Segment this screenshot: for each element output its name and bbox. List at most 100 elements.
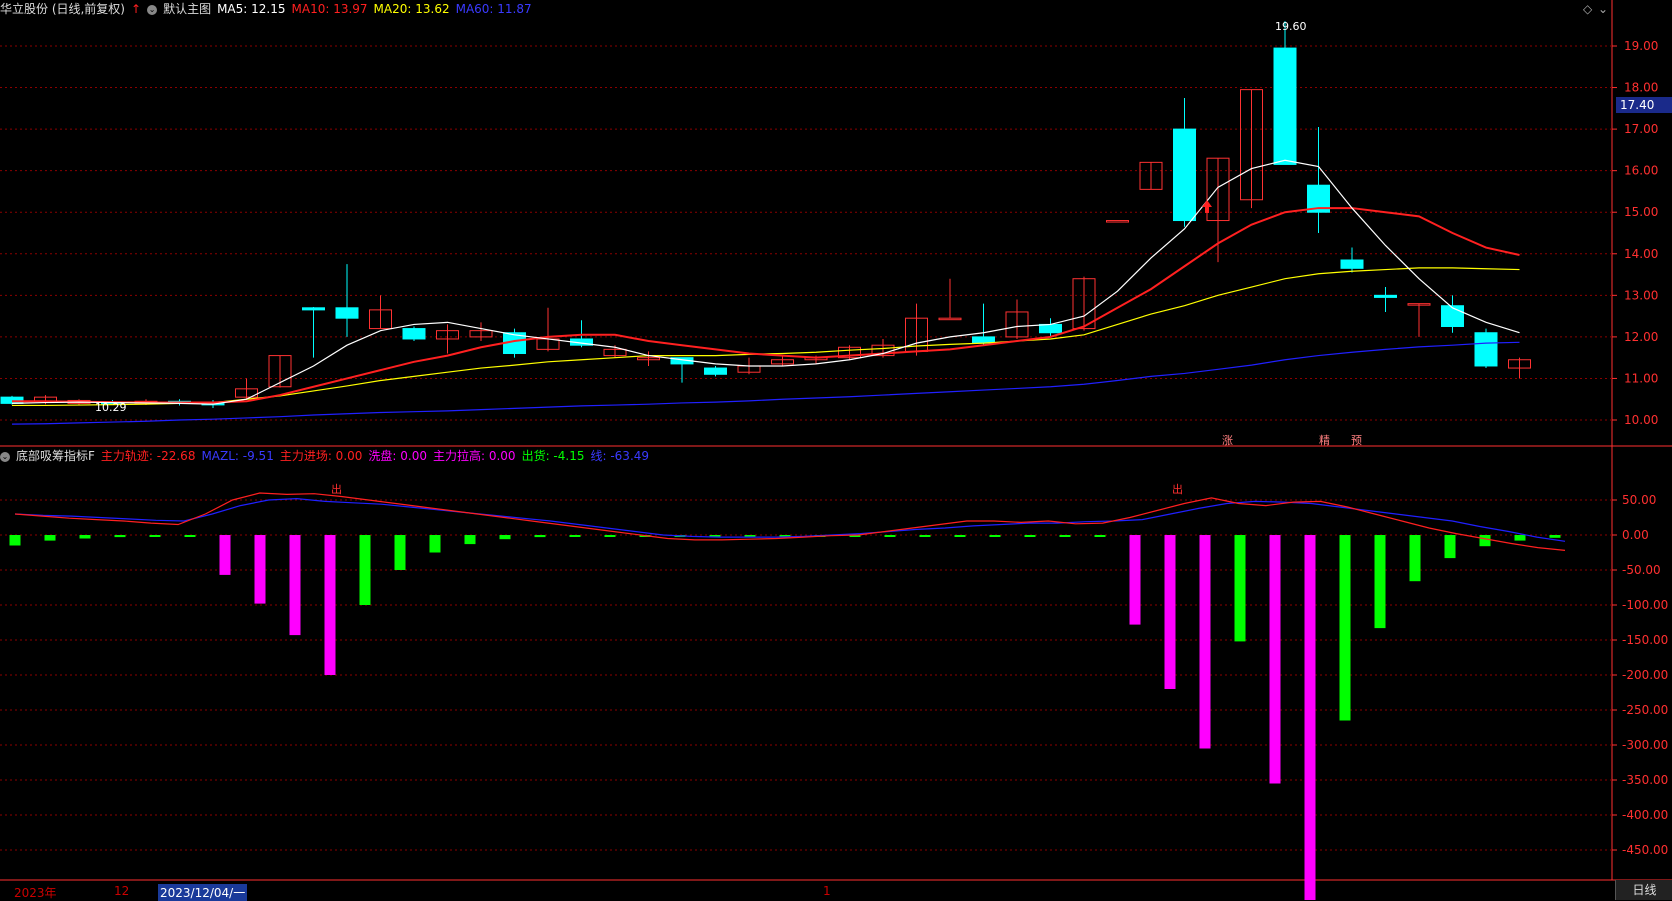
period-button[interactable]: 日线 [1615, 880, 1672, 900]
ma5-label: MA5: 12.15 [217, 2, 286, 16]
chart-name[interactable]: 默认主图 [163, 2, 211, 16]
price-tick-label: 16.00 [1624, 164, 1658, 178]
indicator-tick-label: -450.00 [1622, 843, 1668, 857]
candle-body [1173, 128, 1196, 222]
indicator-bar [1304, 535, 1316, 900]
indicator-bar [1024, 535, 1036, 537]
indicator-tick-label: -150.00 [1622, 633, 1668, 647]
up-arrow-icon: ↑ [131, 2, 142, 16]
collapse-icon[interactable]: ⌄ [1598, 2, 1608, 16]
red-arrow-icon [1202, 200, 1212, 213]
indicator-tick-label: -350.00 [1622, 773, 1668, 787]
x-label-month2: 1 [823, 884, 831, 898]
indicator-bar [79, 535, 91, 539]
mazl-label: MAZL: -9.51 [201, 449, 274, 463]
indicator-bar [464, 535, 476, 545]
main-chart-header: 华立股份 (日线,前复权) ↑ ⌄ 默认主图 MA5: 12.15 MA10: 13.97… [0, 1, 538, 17]
candle-body [704, 367, 727, 375]
chevron-down-icon[interactable]: ⌄ [0, 451, 10, 462]
ma10-label: MA10: 13.97 [291, 2, 368, 16]
wash-label: 洗盘: 0.00 [368, 449, 427, 463]
indicator-name[interactable]: 底部吸筹指标F [16, 449, 95, 463]
indicator-bar [1339, 535, 1351, 721]
x-label-selected-date[interactable]: 2023/12/04/一 [158, 884, 248, 901]
diamond-icon[interactable]: ◇ [1583, 2, 1592, 16]
jing-annotation: 精 [1319, 434, 1330, 447]
yu-annotation: 预 [1351, 434, 1362, 447]
candle-body [1474, 332, 1498, 367]
price-tick-label: 12.00 [1624, 330, 1658, 344]
ma60-label: MA60: 11.87 [455, 2, 532, 16]
candle-body [1039, 323, 1062, 334]
x-label-month: 12 [114, 884, 130, 898]
indicator-bar [149, 535, 161, 537]
indicator-bar [1129, 535, 1141, 625]
indicator-header: ⌄ 底部吸筹指标F 主力轨迹: -22.68 MAZL: -9.51 主力进场: 0.0… [0, 448, 655, 464]
indicator-tick-label: 50.00 [1622, 493, 1656, 507]
ma10-line [12, 207, 1520, 404]
main-entry-label: 主力进场: 0.00 [279, 449, 363, 463]
current-price-marker: 17.40 [1616, 97, 1672, 113]
candle-body [1273, 47, 1297, 165]
price-tick-label: 17.00 [1624, 122, 1658, 136]
ma20-label: MA20: 13.62 [373, 2, 450, 16]
ship-label: 出货: -4.15 [521, 449, 585, 463]
price-tick-label: 13.00 [1624, 288, 1658, 302]
indicator-bar [1234, 535, 1246, 642]
indicator-bar [1164, 535, 1176, 689]
main-track-label: 主力轨迹: -22.68 [100, 449, 196, 463]
indicator-bar [1444, 535, 1456, 559]
high-annotation: 19.60 [1275, 20, 1307, 33]
indicator-bar [884, 535, 896, 537]
chevron-down-icon[interactable]: ⌄ [147, 4, 158, 15]
candle-body [1340, 259, 1364, 269]
indicator-bar [1269, 535, 1281, 784]
low-annotation: 10.29 [95, 401, 127, 414]
indicator-bar [604, 535, 616, 537]
main-pull-label: 主力拉高: 0.00 [432, 449, 516, 463]
indicator-bar [954, 535, 966, 537]
indicator-tick-label: -300.00 [1622, 738, 1668, 752]
price-tick-label: 11.00 [1624, 371, 1658, 385]
stock-name[interactable]: 华立股份 (日线,前复权) [0, 2, 125, 16]
candle-body [1106, 220, 1129, 223]
ma5-line [11, 159, 1520, 405]
candle-body [302, 307, 325, 311]
indicator-bar [254, 535, 266, 604]
indicator-bar [1374, 535, 1386, 629]
indicator-bar [1199, 535, 1211, 749]
candle-body [938, 317, 962, 321]
indicator-bar [1409, 535, 1421, 582]
indicator-tick-label: -100.00 [1622, 598, 1668, 612]
indicator-bar [9, 535, 21, 546]
indicator-tick-label: -250.00 [1622, 703, 1668, 717]
indicator-bar [114, 535, 126, 538]
indicator-bar [1094, 535, 1106, 537]
line-label: 线: -63.49 [590, 449, 650, 463]
candle-body [1441, 305, 1464, 328]
indicator-bar [184, 535, 196, 537]
indicator-tick-label: -400.00 [1622, 808, 1668, 822]
indicator-tick-label: -50.00 [1622, 563, 1661, 577]
candle-body [1374, 294, 1397, 298]
price-tick-label: 19.00 [1624, 39, 1658, 53]
indicator-bar [569, 535, 581, 537]
indicator-bar [324, 535, 336, 675]
indicator-tick-label: 0.00 [1622, 528, 1649, 542]
price-tick-label: 14.00 [1624, 247, 1658, 261]
indicator-tick-label: -200.00 [1622, 668, 1668, 682]
indicator-bar [1514, 535, 1526, 541]
indicator-bar [989, 535, 1001, 537]
price-tick-label: 18.00 [1624, 81, 1658, 95]
zhang-annotation: 涨 [1222, 434, 1233, 447]
x-label-year: 2023年 [14, 886, 57, 900]
main-track-line [14, 492, 1566, 551]
price-tick-label: 10.00 [1624, 413, 1658, 427]
candle-body [335, 307, 359, 319]
indicator-bar [219, 535, 231, 575]
indicator-bar [1479, 535, 1491, 547]
indicator-bar [919, 535, 931, 537]
candle-body [402, 328, 426, 340]
price-tick-label: 15.00 [1624, 205, 1658, 219]
indicator-bar [1059, 535, 1071, 537]
